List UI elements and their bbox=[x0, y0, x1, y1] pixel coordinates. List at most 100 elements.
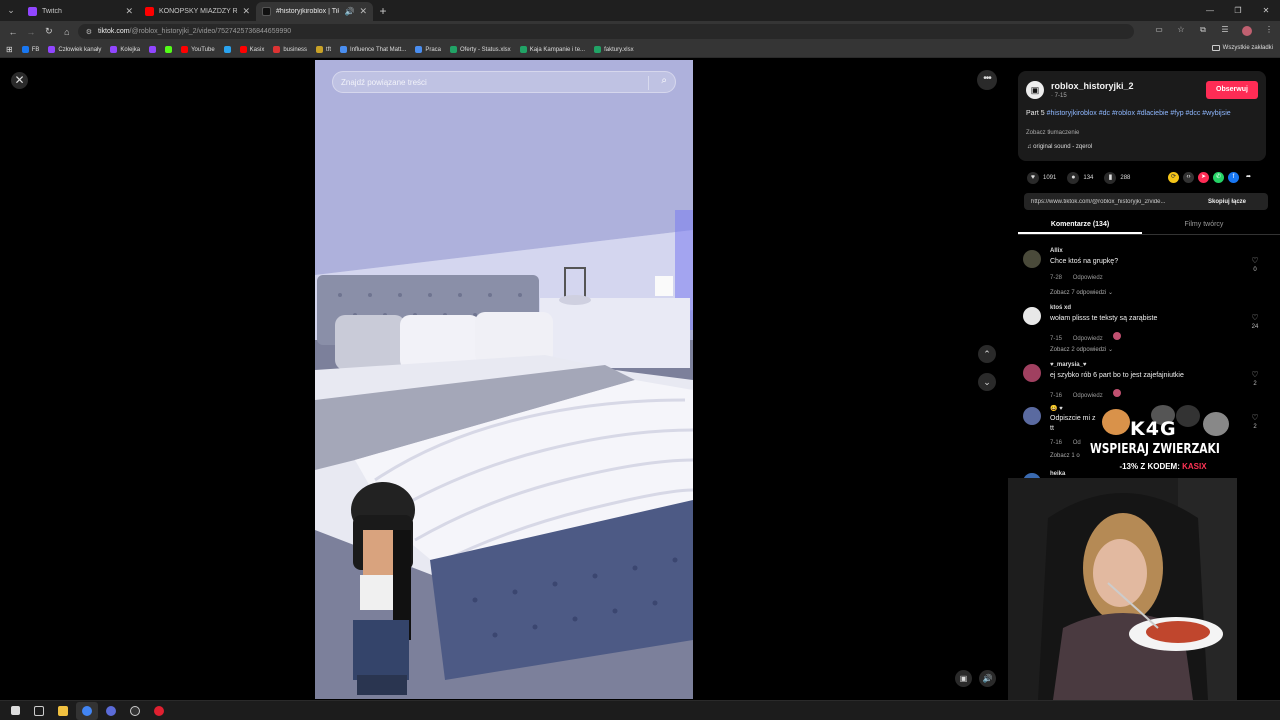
bookmark-label: Influence That Matt... bbox=[350, 46, 407, 53]
comment-button[interactable]: ● 134 bbox=[1067, 172, 1093, 184]
previous-video-button[interactable]: ⌃ bbox=[978, 345, 996, 363]
bookmark-item[interactable]: Kaja Kampanie i te... bbox=[519, 46, 585, 53]
comment-heart-icon[interactable]: ♡ bbox=[1249, 413, 1261, 422]
site-info-icon[interactable]: ⚙ bbox=[86, 28, 92, 36]
reply-link[interactable]: Odpowiedz bbox=[1073, 336, 1103, 342]
more-options-button[interactable]: ••• bbox=[977, 70, 997, 90]
comment-like-count: 2 bbox=[1253, 381, 1257, 387]
tab-close-icon[interactable]: ✕ bbox=[242, 6, 250, 17]
recording-icon[interactable] bbox=[148, 702, 170, 720]
view-replies-link[interactable]: Zobacz 1 o bbox=[1050, 453, 1080, 459]
author-username[interactable]: roblox_historyjki_2 bbox=[1051, 81, 1134, 91]
comment-heart-icon[interactable]: ♡ bbox=[1249, 313, 1261, 322]
bookmark-item[interactable]: Człowiek kanały bbox=[48, 46, 101, 53]
see-translation-link[interactable]: Zobacz tłumaczenie bbox=[1026, 130, 1079, 136]
bookmark-item[interactable]: FB bbox=[21, 46, 39, 53]
bookmarks-bar: ⊞ FB Człowiek kanały Kolejka YouTube Kasix bu… bbox=[0, 42, 1280, 58]
copy-link-button[interactable]: Skopiuj łącze bbox=[1208, 199, 1246, 205]
share-arrow-icon[interactable]: ➦ bbox=[1243, 172, 1254, 183]
url-input[interactable]: ⚙ tiktok.com/@roblox_historyjki_2/video/… bbox=[77, 24, 1134, 39]
commenter-avatar[interactable] bbox=[1023, 407, 1041, 425]
tab-audio-icon[interactable]: 🔊 bbox=[344, 7, 354, 16]
tab-youtube[interactable]: KONOPSKY MIAŻDŻY REVO ZA ✕ bbox=[139, 2, 256, 21]
commenter-name[interactable]: ♥_marysia_♥ bbox=[1050, 362, 1086, 368]
comment-meta: 7-28 Odpowiedz bbox=[1050, 275, 1112, 281]
follow-button[interactable]: Obserwuj bbox=[1206, 81, 1258, 99]
minimize-icon[interactable]: — bbox=[1196, 0, 1224, 21]
view-replies-link[interactable]: Zobacz 7 odpowiedzi ⌄ bbox=[1050, 289, 1113, 296]
hashtags-link[interactable]: #historyjkiroblox #dc #roblox #dlaciebie… bbox=[1047, 110, 1231, 117]
new-tab-button[interactable]: + bbox=[373, 2, 393, 21]
bookmark-item[interactable]: Kolejka bbox=[110, 46, 140, 53]
tab-comments[interactable]: Komentarze (134) bbox=[1018, 217, 1142, 234]
save-button[interactable]: ▮ 288 bbox=[1104, 172, 1130, 184]
bookmark-item[interactable]: Praca bbox=[415, 46, 441, 53]
task-view-icon[interactable] bbox=[28, 702, 50, 720]
repost-icon[interactable]: ⟳ bbox=[1168, 172, 1179, 183]
embed-icon[interactable]: ‹› bbox=[1183, 172, 1194, 183]
chrome-icon[interactable] bbox=[76, 701, 98, 720]
close-video-button[interactable]: ✕ bbox=[11, 72, 28, 89]
view-replies-link[interactable]: Zobacz 2 odpowiedzi ⌄ bbox=[1050, 346, 1113, 353]
file-explorer-icon[interactable] bbox=[52, 702, 74, 720]
tab-close-icon[interactable]: ✕ bbox=[359, 6, 367, 17]
window-close-icon[interactable]: ✕ bbox=[1252, 0, 1280, 21]
bookmark-item[interactable]: YouTube bbox=[181, 46, 215, 53]
profile-avatar[interactable] bbox=[1236, 25, 1258, 38]
sound-link[interactable]: ♫ original sound - zqerol bbox=[1027, 144, 1092, 150]
facebook-icon[interactable]: f bbox=[1228, 172, 1239, 183]
tab-creator-videos[interactable]: Filmy twórcy bbox=[1142, 217, 1266, 234]
video-player[interactable]: Znajdź powiązane treści ⌕ bbox=[315, 60, 693, 699]
volume-button[interactable]: 🔊 bbox=[979, 670, 996, 687]
forward-icon[interactable]: → bbox=[22, 27, 40, 37]
like-button[interactable]: ♥ 1091 bbox=[1027, 172, 1056, 184]
apps-grid-icon[interactable]: ⊞ bbox=[6, 45, 13, 54]
reply-link[interactable]: Odpowiedz bbox=[1073, 393, 1103, 399]
obs-icon[interactable] bbox=[124, 702, 146, 720]
tab-search-icon[interactable]: ⌄ bbox=[0, 0, 22, 21]
comment-heart-icon[interactable]: ♡ bbox=[1249, 256, 1261, 265]
commenter-avatar[interactable] bbox=[1023, 364, 1041, 382]
bookmark-item[interactable]: Influence That Matt... bbox=[340, 46, 406, 53]
whatsapp-icon[interactable]: ✆ bbox=[1213, 172, 1224, 183]
bookmark-item[interactable] bbox=[149, 46, 157, 53]
related-search-input[interactable]: Znajdź powiązane treści ⌕ bbox=[332, 71, 676, 93]
bookmark-item[interactable] bbox=[165, 46, 173, 53]
share-link-url[interactable]: https://www.tiktok.com/@roblox_historyjk… bbox=[1031, 199, 1201, 205]
tab-close-icon[interactable]: ✕ bbox=[125, 6, 133, 17]
floating-player-button[interactable]: ▣ bbox=[955, 670, 972, 687]
reload-icon[interactable]: ↻ bbox=[40, 26, 58, 37]
search-icon[interactable]: ⌕ bbox=[661, 75, 667, 86]
bookmark-item[interactable]: Oferty - Status.xlsx bbox=[450, 46, 511, 53]
commenter-name[interactable]: 😀 ♥ bbox=[1050, 405, 1063, 412]
extensions-icon[interactable]: ⧉ bbox=[1192, 25, 1214, 38]
commenter-name[interactable]: heika bbox=[1050, 471, 1065, 477]
app-icon[interactable] bbox=[100, 702, 122, 720]
all-bookmarks-folder[interactable]: Wszystkie zakładki bbox=[1211, 45, 1273, 51]
reply-link[interactable]: Odpowiedz bbox=[1073, 275, 1103, 281]
tab-twitch[interactable]: Twitch ✕ bbox=[22, 2, 139, 21]
bookmark-star-icon[interactable]: ☆ bbox=[1170, 25, 1192, 38]
author-avatar[interactable]: ▣ bbox=[1026, 81, 1044, 99]
commenter-avatar[interactable] bbox=[1023, 250, 1041, 268]
bookmark-item[interactable]: faktury.xlsx bbox=[594, 46, 634, 53]
next-video-button[interactable]: ⌄ bbox=[978, 373, 996, 391]
maximize-icon[interactable]: ❐ bbox=[1224, 0, 1252, 21]
bookmark-item[interactable]: tft bbox=[316, 46, 331, 53]
commenter-avatar[interactable] bbox=[1023, 307, 1041, 325]
reply-link[interactable]: Od bbox=[1073, 440, 1081, 446]
comment-heart-icon[interactable]: ♡ bbox=[1249, 370, 1261, 379]
bookmark-item[interactable]: business bbox=[273, 46, 307, 53]
bookmark-item[interactable] bbox=[223, 46, 231, 53]
browser-menu-icon[interactable]: ⋮ bbox=[1258, 25, 1280, 38]
cast-icon[interactable]: ▭ bbox=[1148, 25, 1170, 38]
back-icon[interactable]: ← bbox=[4, 27, 22, 37]
home-icon[interactable]: ⌂ bbox=[58, 27, 76, 37]
bookmark-item[interactable]: Kasix bbox=[239, 46, 264, 53]
commenter-name[interactable]: Allix bbox=[1050, 248, 1063, 254]
send-to-friends-icon[interactable]: ➤ bbox=[1198, 172, 1209, 183]
sidebar-icon[interactable]: ☰ bbox=[1214, 25, 1236, 38]
tab-tiktok[interactable]: #historyjkiroblox | TikTok 🔊 ✕ bbox=[256, 2, 373, 21]
commenter-name[interactable]: ktoś xd bbox=[1050, 305, 1071, 311]
start-button[interactable] bbox=[4, 702, 26, 720]
